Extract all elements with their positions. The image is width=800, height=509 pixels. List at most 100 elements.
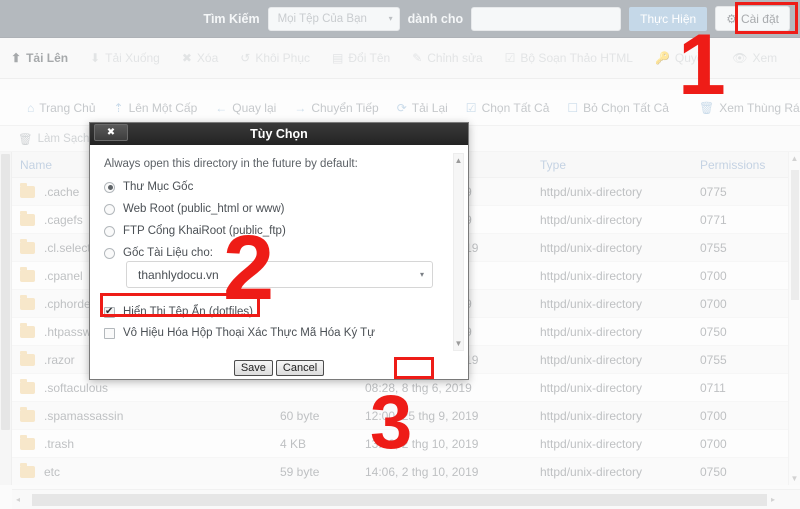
search-scope-select[interactable]: Mọi Tệp Của Bạn ▾ — [267, 6, 400, 31]
dialog-scroll-up-icon[interactable]: ▲ — [455, 154, 463, 167]
download-icon: ⬇ — [90, 51, 101, 65]
radio-icon[interactable] — [104, 247, 115, 259]
unselect-all-icon: ☐ — [567, 100, 579, 115]
html-editor-icon: ☑ — [504, 51, 516, 65]
cell-permissions: 0711 — [700, 380, 726, 395]
table-vertical-scrollbar[interactable]: ▲ ▼ — [788, 152, 800, 485]
folder-icon — [20, 378, 35, 394]
table-scrollbar-thumb[interactable] — [791, 170, 799, 300]
dialog-titlebar: ✖ Tùy Chọn — [90, 123, 468, 145]
nav-up-one-level[interactable]: ⇡ Lên Một Cấp — [105, 90, 207, 126]
search-toolbar: Tìm Kiếm Mọi Tệp Của Bạn ▾ dành cho Thực… — [0, 0, 800, 38]
empty-trash-button[interactable]: 🗑 Làm Sạch — [18, 132, 89, 146]
nav-home[interactable]: ⌂ Trang Chủ — [18, 90, 105, 126]
cell-name[interactable]: .spamassassin — [12, 406, 272, 423]
radio-icon[interactable] — [104, 203, 115, 215]
folder-icon — [20, 322, 35, 338]
scroll-right-arrow-icon[interactable]: ▸ — [767, 495, 779, 504]
nav-view-trash[interactable]: 🗑 Xem Thùng Rác — [690, 90, 800, 126]
close-icon[interactable]: ✖ — [94, 124, 128, 141]
page-scrollbar-thumb[interactable] — [1, 154, 10, 430]
horizontal-scrollbar[interactable]: ◂ ▸ — [12, 489, 800, 509]
table-row[interactable]: .spamassassin 60 byte 12:00, 25 thg 9, 201… — [12, 402, 788, 430]
column-header-permissions[interactable]: Permissions — [692, 158, 782, 172]
scroll-up-arrow-icon[interactable]: ▲ — [791, 152, 799, 165]
checkbox-icon[interactable] — [104, 306, 115, 318]
cell-type: httpd/unix-directory — [540, 184, 643, 199]
scroll-left-arrow-icon[interactable]: ◂ — [12, 495, 24, 504]
nav-back-label: Quay lại — [232, 100, 277, 115]
cell-type: httpd/unix-directory — [540, 408, 643, 423]
toolbar-html-editor-label: Bộ Soạn Thảo HTML — [520, 51, 633, 65]
search-input[interactable] — [471, 6, 622, 31]
radio-option-web-root[interactable]: Web Root (public_html or www) — [104, 203, 448, 215]
cell-permissions: 0700 — [700, 296, 727, 311]
dialog-title: Tùy Chọn — [250, 127, 308, 141]
toolbar-html-editor[interactable]: ☑ Bộ Soạn Thảo HTML — [494, 38, 644, 79]
toolbar-edit-label: Chỉnh sửa — [427, 51, 483, 65]
horizontal-scrollbar-thumb[interactable] — [32, 493, 768, 506]
dialog-scroll-down-icon[interactable]: ▼ — [455, 337, 463, 350]
radio-option-public-ftp-root[interactable]: FTP Cổng KhaiRoot (public_ftp) — [104, 225, 448, 237]
checkbox-show-hidden-files[interactable]: Hiển Thị Tệp Ẩn (dotfiles) — [104, 306, 448, 318]
toolbar-edit[interactable]: ✎ Chỉnh sửa — [401, 38, 493, 79]
file-name-label: .cagefs — [44, 212, 83, 227]
settings-button[interactable]: ⚙ Cài đặt — [715, 6, 790, 31]
toolbar-permissions[interactable]: 🔑 Quyền — [644, 38, 721, 79]
document-root-select[interactable]: thanhlydocu.vn ▾ — [126, 261, 433, 288]
select-all-icon: ☑ — [465, 100, 477, 115]
toolbar-upload[interactable]: ⬆ Tải Lên — [0, 38, 79, 79]
toolbar-rename[interactable]: ▤ Đổi Tên — [321, 38, 401, 79]
cell-modified: 14:06, 2 thg 10, 2019 — [365, 464, 479, 479]
toolbar-view-label: Xem — [752, 51, 778, 65]
folder-icon — [20, 182, 35, 198]
cell-name[interactable]: .softaculous — [12, 378, 272, 395]
cell-name[interactable]: .trash — [12, 434, 272, 451]
radio-icon[interactable] — [104, 181, 115, 193]
cell-permissions: 0771 — [700, 212, 727, 227]
toolbar-extract[interactable]: ⤢ Trích Ra — [788, 38, 800, 79]
edit-icon: ✎ — [412, 51, 423, 65]
radio-option-home-directory[interactable]: Thư Mục Gốc — [104, 181, 448, 193]
page-vertical-scrollbar[interactable] — [0, 152, 12, 485]
cell-type: httpd/unix-directory — [540, 352, 643, 367]
dialog-body: Always open this directory in the future… — [90, 145, 468, 359]
cell-type: httpd/unix-directory — [540, 296, 643, 311]
run-search-button[interactable]: Thực Hiện — [629, 6, 708, 31]
toolbar-view[interactable]: 👁 Xem — [721, 38, 788, 79]
settings-label: Cài đặt — [740, 11, 779, 26]
toolbar-restore[interactable]: ↺ Khôi Phục — [229, 38, 321, 79]
delete-icon: ✖ — [181, 51, 192, 65]
checkbox-icon[interactable] — [104, 327, 115, 339]
nav-reload[interactable]: ⟳ Tải Lại — [388, 90, 457, 126]
settings-dialog: ✖ Tùy Chọn Always open this directory in… — [89, 122, 469, 380]
up-one-level-icon: ⇡ — [113, 100, 124, 115]
nav-view-trash-label: Xem Thùng Rác — [719, 100, 800, 115]
cell-size: 60 byte — [280, 408, 320, 423]
dialog-vertical-scrollbar[interactable]: ▲ ▼ — [453, 153, 464, 351]
file-operations-toolbar: ⬆ Tải Lên ⬇ Tải Xuống ✖ Xóa ↺ Khôi Phục … — [0, 38, 800, 79]
radio-option-document-root[interactable]: Gốc Tài Liệu cho: — [104, 247, 448, 259]
nav-forward[interactable]: → Chuyển Tiếp — [285, 90, 387, 126]
view-icon: 👁 — [732, 51, 748, 65]
scroll-down-arrow-icon[interactable]: ▼ — [791, 472, 799, 485]
table-row[interactable]: etc 59 byte 14:06, 2 thg 10, 2019 httpd/uni… — [12, 458, 788, 485]
nav-select-all[interactable]: ☑ Chọn Tất Cả — [457, 90, 559, 126]
cell-name[interactable]: etc — [12, 462, 272, 479]
toolbar-download[interactable]: ⬇ Tải Xuống — [79, 38, 171, 79]
folder-icon — [20, 406, 35, 422]
navigation-toolbar: ⌂ Trang Chủ ⇡ Lên Một Cấp ← Quay lại → C… — [0, 90, 800, 126]
nav-back[interactable]: ← Quay lại — [206, 90, 285, 126]
toolbar-delete[interactable]: ✖ Xóa — [171, 38, 229, 79]
nav-unselect-all[interactable]: ☐ Bỏ Chọn Tất Cả — [558, 90, 678, 126]
cancel-button[interactable]: Cancel — [275, 360, 325, 376]
column-header-type[interactable]: Type — [532, 158, 692, 172]
save-button[interactable]: Save — [233, 360, 273, 376]
dialog-hint: Always open this directory in the future… — [104, 158, 358, 170]
radio-icon[interactable] — [104, 225, 115, 237]
checkbox-label-show-hidden-files: Hiển Thị Tệp Ẩn (dotfiles) — [123, 306, 253, 318]
search-label: Tìm Kiếm — [203, 11, 260, 26]
toolbar-permissions-label: Quyền — [674, 51, 711, 65]
table-row[interactable]: .trash 4 KB 13:52, 2 thg 10, 2019 httpd/uni… — [12, 430, 788, 458]
checkbox-disable-charset-dialog[interactable]: Vô Hiệu Hóa Hộp Thoại Xác Thực Mã Hóa Ký… — [104, 327, 448, 339]
